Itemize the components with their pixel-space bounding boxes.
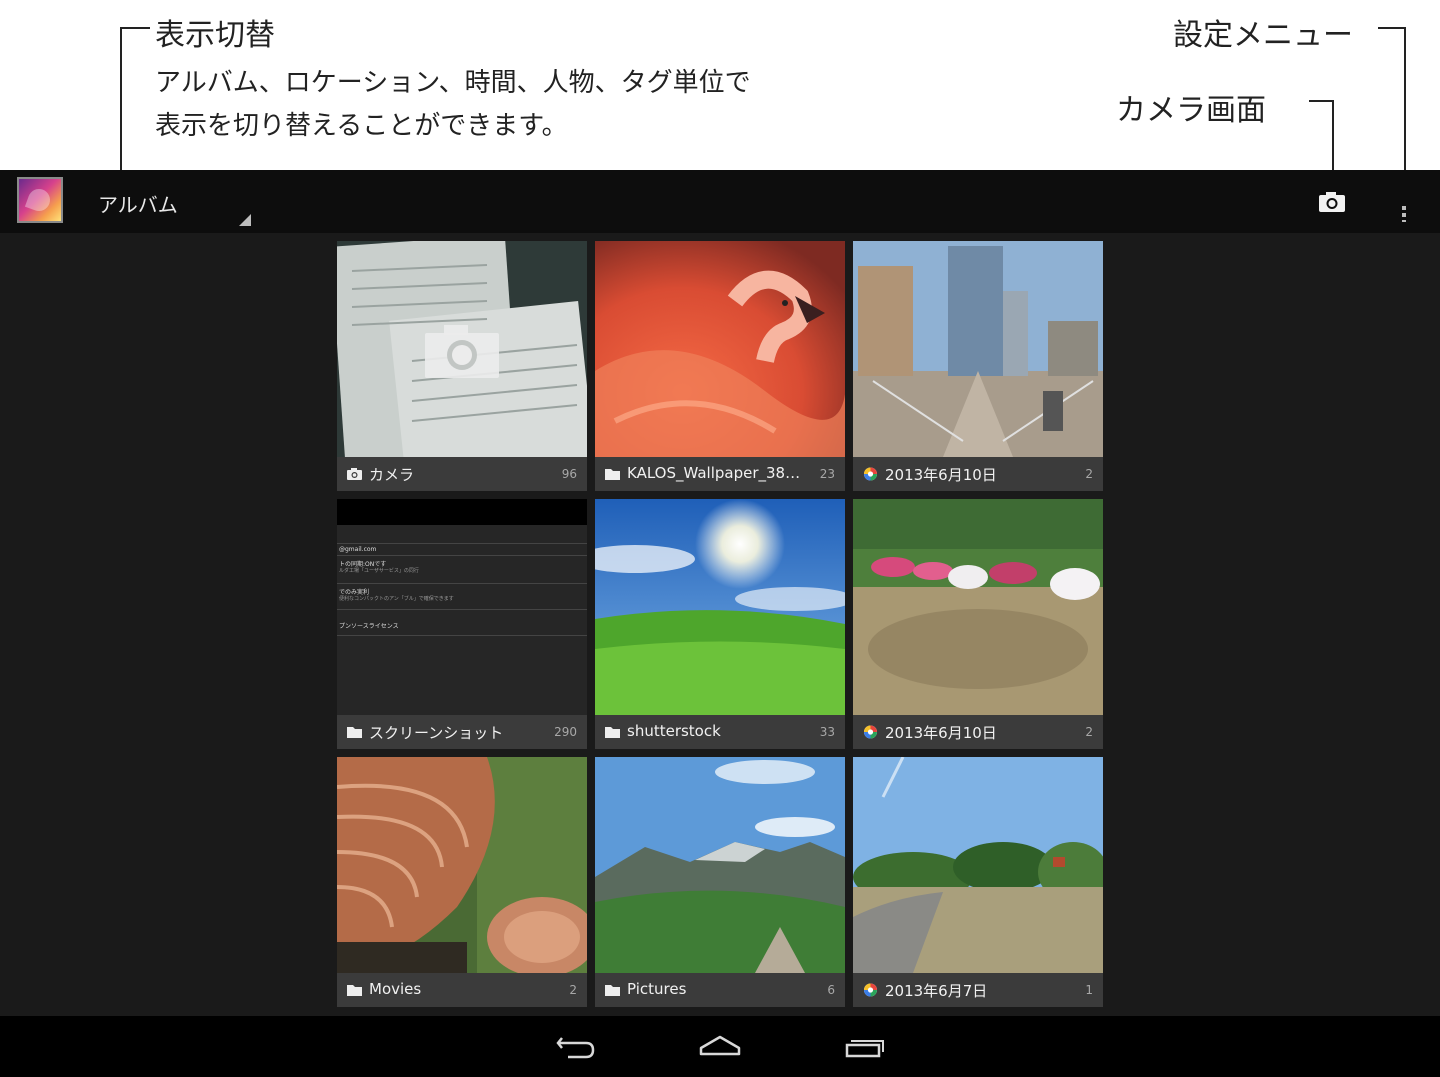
view-switch-annotation-desc-line1: アルバム、ロケーション、時間、人物、タグ単位で [155,68,751,98]
view-mode-spinner[interactable]: アルバム [96,170,256,233]
camera-button[interactable] [1312,182,1352,222]
album-tile-screenshots[interactable]: @gmail.com トの同期:ONです ルダ工場「ユーザサービス」の同行 での… [337,499,587,749]
album-name: KALOS_Wallpaper_3840 ... [627,464,807,482]
album-label-bar: 2013年6月7日 1 [853,973,1103,1007]
folder-icon [605,985,620,996]
album-tile-pictures[interactable]: Pictures 6 [595,757,845,1007]
album-grid: カメラ 96 KALOS_Wallpaper_3840 ... 23 2013年… [337,241,1103,1007]
settings-leader-h [1378,27,1406,29]
home-button[interactable] [690,1024,750,1068]
album-count: 2 [569,983,577,997]
view-switch-leader-h [120,27,150,29]
album-label-bar: 2013年6月10日 2 [853,715,1103,749]
album-count: 23 [819,467,835,481]
album-tile-shutterstock[interactable]: shutterstock 33 [595,499,845,749]
settings-menu-annotation: 設定メニュー [1173,18,1353,53]
gallery-app-icon[interactable] [17,177,63,223]
album-thumbnail [337,757,587,973]
picasa-icon [864,725,877,739]
screenshot-thumb-line: @gmail.com [339,546,377,553]
album-count: 2 [1085,725,1093,739]
album-label-bar: shutterstock 33 [595,715,845,749]
album-tile-movies[interactable]: Movies 2 [337,757,587,1007]
album-tile-2013-06-07[interactable]: 2013年6月7日 1 [853,757,1103,1007]
album-name: 2013年6月7日 [885,982,988,1000]
album-name: Pictures [627,980,687,998]
back-button[interactable] [546,1024,606,1068]
album-tile-2013-06-10-b[interactable]: 2013年6月10日 2 [853,499,1103,749]
action-bar: アルバム [0,170,1440,233]
album-name: shutterstock [627,722,721,740]
album-thumbnail: @gmail.com トの同期:ONです ルダ工場「ユーザサービス」の同行 での… [337,499,587,715]
album-thumbnail [337,241,587,457]
view-switch-annotation-desc-line2: 表示を切り替えることができます。 [155,111,568,141]
spinner-indicator-icon [239,214,251,226]
album-thumbnail [853,241,1103,457]
album-name: 2013年6月10日 [885,466,997,484]
picasa-icon [864,983,877,997]
album-name: スクリーンショット [369,724,504,742]
album-count: 96 [561,467,577,481]
camera-leader-h [1309,100,1334,102]
album-tile-kalos-wallpaper[interactable]: KALOS_Wallpaper_3840 ... 23 [595,241,845,491]
recent-apps-button[interactable] [834,1024,894,1068]
album-label-bar: Pictures 6 [595,973,845,1007]
view-mode-label: アルバム [98,193,178,217]
album-label-bar: KALOS_Wallpaper_3840 ... 23 [595,457,845,491]
camera-icon [347,468,362,480]
screenshot-thumb-line: プンソースライセンス [339,623,399,630]
album-tile-camera[interactable]: カメラ 96 [337,241,587,491]
album-count: 6 [827,983,835,997]
folder-icon [605,727,620,738]
overflow-menu-icon [1402,206,1406,222]
album-label-bar: Movies 2 [337,973,587,1007]
home-icon [699,1035,741,1056]
album-thumbnail [853,499,1103,715]
camera-icon [1319,192,1345,212]
album-count: 1 [1085,983,1093,997]
folder-icon [605,469,620,480]
album-label-bar: スクリーンショット 290 [337,715,587,749]
album-tile-2013-06-10-a[interactable]: 2013年6月10日 2 [853,241,1103,491]
album-count: 2 [1085,467,1093,481]
picasa-icon [864,467,877,481]
back-icon [556,1037,595,1059]
system-navigation-bar [0,1016,1440,1077]
screenshot-thumb-line: ルダ工場「ユーザサービス」の同行 [339,568,419,574]
album-thumbnail [853,757,1103,973]
camera-screen-annotation: カメラ画面 [1116,93,1266,128]
album-grid-area: カメラ 96 KALOS_Wallpaper_3840 ... 23 2013年… [0,233,1440,1016]
view-switch-annotation-title: 表示切替 [155,18,275,53]
album-name: 2013年6月10日 [885,724,997,742]
album-label-bar: カメラ 96 [337,457,587,491]
album-count: 33 [819,725,835,739]
album-thumbnail [595,241,845,457]
album-thumbnail [595,757,845,973]
overflow-menu-button[interactable] [1392,182,1416,222]
folder-icon [347,985,362,996]
album-thumbnail [595,499,845,715]
album-label-bar: 2013年6月10日 2 [853,457,1103,491]
screenshot-thumb-line: 便利なコンパックトのアン「ブル」で確保できます [339,596,454,602]
recent-apps-icon [845,1040,884,1058]
album-name: カメラ [369,466,415,484]
album-name: Movies [369,980,422,998]
album-count: 290 [554,725,577,739]
view-switch-leader-v [120,27,122,190]
settings-leader-v [1404,27,1406,192]
folder-icon [347,727,362,738]
